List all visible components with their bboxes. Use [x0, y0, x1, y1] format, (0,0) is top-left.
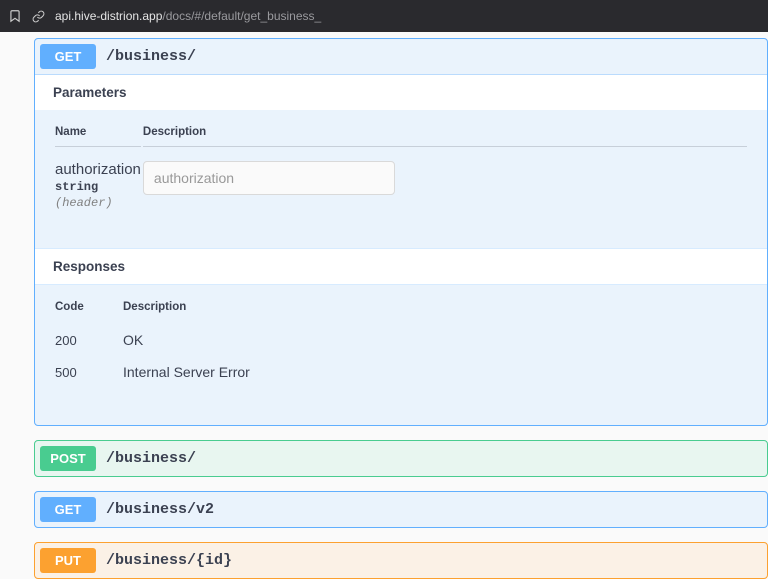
param-type: string [55, 180, 141, 194]
responses-table: Code Description 200 OK 500 Internal Ser… [35, 285, 767, 425]
response-description: Internal Server Error [123, 357, 747, 387]
param-name: authorization [55, 161, 141, 178]
endpoint-summary[interactable]: PUT /business/{id} [35, 543, 767, 578]
response-code: 200 [55, 325, 121, 355]
method-badge-get: GET [40, 44, 96, 69]
endpoint-get-business: GET /business/ Parameters Name Descripti… [34, 38, 768, 426]
column-name: Name [55, 126, 141, 147]
endpoint-path: /business/ [106, 450, 196, 467]
url-display[interactable]: api.hive-distrion.app/docs/#/default/get… [55, 9, 321, 23]
column-description: Description [123, 301, 747, 323]
endpoint-get-business-v2: GET /business/v2 [34, 491, 768, 528]
method-badge-get: GET [40, 497, 96, 522]
endpoint-summary[interactable]: GET /business/ [35, 39, 767, 74]
endpoint-summary[interactable]: GET /business/v2 [35, 492, 767, 527]
response-description: OK [123, 325, 747, 355]
endpoint-body: Parameters Name Description authorizatio… [35, 74, 767, 425]
response-code: 500 [55, 357, 121, 387]
column-code: Code [55, 301, 121, 323]
endpoint-path: /business/{id} [106, 552, 232, 569]
browser-address-bar: api.hive-distrion.app/docs/#/default/get… [0, 0, 768, 32]
endpoint-put-business-id: PUT /business/{id} [34, 542, 768, 579]
endpoint-path: /business/ [106, 48, 196, 65]
url-path: /docs/#/default/get_business_ [162, 9, 321, 23]
table-row: 500 Internal Server Error [55, 357, 747, 387]
column-description: Description [143, 126, 747, 147]
method-badge-put: PUT [40, 548, 96, 573]
endpoint-post-business: POST /business/ [34, 440, 768, 477]
parameters-table: Name Description authorization string (h… [35, 110, 767, 248]
table-row: 200 OK [55, 325, 747, 355]
endpoint-path: /business/v2 [106, 501, 214, 518]
parameters-header: Parameters [35, 75, 767, 110]
param-location: (header) [55, 196, 141, 210]
bookmark-icon[interactable] [8, 9, 22, 23]
table-row: authorization string (header) [55, 149, 747, 210]
authorization-input[interactable] [143, 161, 395, 195]
responses-header: Responses [35, 248, 767, 285]
endpoint-summary[interactable]: POST /business/ [35, 441, 767, 476]
site-settings-icon[interactable] [32, 10, 45, 23]
url-host: api.hive-distrion.app [55, 9, 162, 23]
method-badge-post: POST [40, 446, 96, 471]
